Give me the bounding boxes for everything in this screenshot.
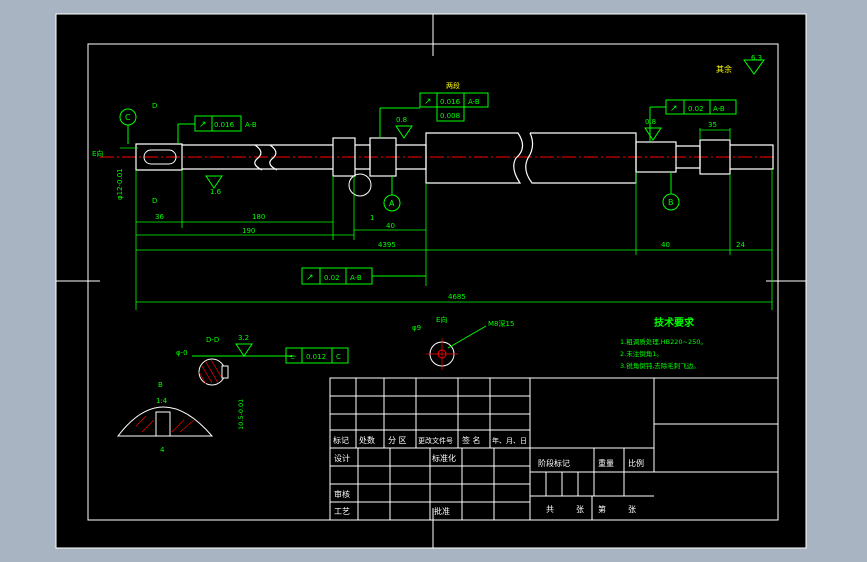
datum-a-label: A: [389, 199, 395, 208]
tb-sheets-total: 共: [546, 505, 554, 514]
tolerance-mid-value: 0.016: [440, 98, 461, 106]
section-tol-symbol: ⌯: [289, 352, 297, 362]
cad-drawing-canvas: 其余 6.3 ↗ 0.016 A-B ↗ 0.016 A-B 0.008 两段 …: [55, 13, 807, 549]
tb-header-sign: 签 名: [462, 435, 481, 445]
section-dd-label: D-D: [206, 336, 219, 344]
tb-header-count: 处数: [359, 435, 375, 445]
drawing-sheet: [56, 14, 806, 548]
tolerance-right-value: 0.02: [688, 105, 704, 113]
tb-sheet-no: 第: [598, 504, 606, 514]
key-b-label: B: [158, 381, 163, 389]
e-view-label: E向: [436, 315, 447, 324]
e-view-hole: M8深15: [488, 319, 514, 328]
datum-b-label: B: [668, 198, 674, 207]
dim-180: 180: [252, 213, 265, 221]
tb-weight: 重量: [598, 458, 614, 468]
section-tol-ref: C: [336, 353, 341, 361]
dim-left-dia: φ12-0.01: [116, 168, 124, 200]
tb-header-date: 年、月、日: [492, 436, 527, 445]
dim-40: 40: [386, 222, 395, 230]
dim-1: 1: [370, 214, 374, 222]
dim-4685: 4685: [448, 293, 466, 301]
section-dia: φ-0: [176, 349, 188, 357]
key-ratio: 1:4: [156, 397, 168, 405]
roughness-corner-label: 其余: [716, 64, 732, 74]
dim-4395: 4395: [378, 241, 396, 249]
section-d-bottom: D: [152, 197, 157, 205]
dim-36: 36: [155, 213, 164, 221]
tolerance-mid-symbol: ↗: [424, 97, 432, 107]
tolerance-bottom-value: 0.02: [324, 274, 340, 282]
tolerance-bottom-symbol: ↗: [306, 273, 314, 283]
section-tol-value: 0.012: [306, 353, 326, 361]
both-ends-label: 两段: [446, 81, 460, 90]
e-view-dia: φ9: [412, 324, 421, 332]
tolerance-mid-ref: A-B: [468, 98, 480, 106]
dim-40-right: 40: [661, 241, 670, 249]
tb-approve: 批准: [434, 506, 450, 516]
tb-review: 审核: [334, 489, 350, 499]
tolerance-right-ref: A-B: [713, 105, 725, 113]
tb-header-zone: 分 区: [388, 436, 407, 445]
tb-header-change: 更改文件号: [418, 436, 453, 445]
tb-sheet-unit-1: 张: [576, 505, 584, 514]
tb-design: 设计: [334, 453, 350, 463]
datum-e-label: E向: [92, 149, 103, 158]
tb-stage-mark: 阶段标记: [538, 458, 570, 468]
tolerance-mid-box-value: 0.008: [440, 112, 460, 120]
key-width: 4: [160, 446, 165, 454]
dim-35: 35: [708, 121, 717, 129]
tb-header-mark: 标记: [333, 435, 349, 445]
dim-190: 190: [242, 227, 255, 235]
datum-c-label: C: [125, 113, 131, 122]
tech-note-3: 3.锐角倒钝,去除毛刺飞边。: [620, 361, 700, 370]
tech-title: 技术要求: [654, 316, 695, 329]
tolerance-bottom-ref: A-B: [350, 274, 362, 282]
tolerance-left-ref: A-B: [245, 121, 257, 129]
section-depth: 10.5-0.01: [237, 399, 245, 430]
dim-24: 24: [736, 241, 745, 249]
tb-standardize: 标准化: [432, 453, 456, 463]
tech-note-2: 2.未注倒角1。: [620, 349, 663, 358]
tech-note-1: 1.粗调质处理,HB220~250。: [620, 337, 707, 346]
tb-process: 工艺: [334, 507, 350, 516]
tb-sheet-unit-2: 张: [628, 505, 636, 514]
section-rough: 3.2: [238, 334, 249, 342]
section-d-top: D: [152, 102, 157, 110]
tolerance-right-symbol: ↗: [670, 104, 678, 114]
roughness-mid-value: 0.8: [396, 116, 407, 124]
tb-scale: 比例: [628, 458, 644, 468]
tolerance-left-symbol: ↗: [199, 120, 207, 130]
roughness-right-value: 0.8: [645, 118, 656, 126]
tolerance-left-value: 0.016: [214, 121, 235, 129]
roughness-corner-value: 6.3: [751, 54, 762, 62]
roughness-left-value: 1.6: [210, 188, 222, 196]
